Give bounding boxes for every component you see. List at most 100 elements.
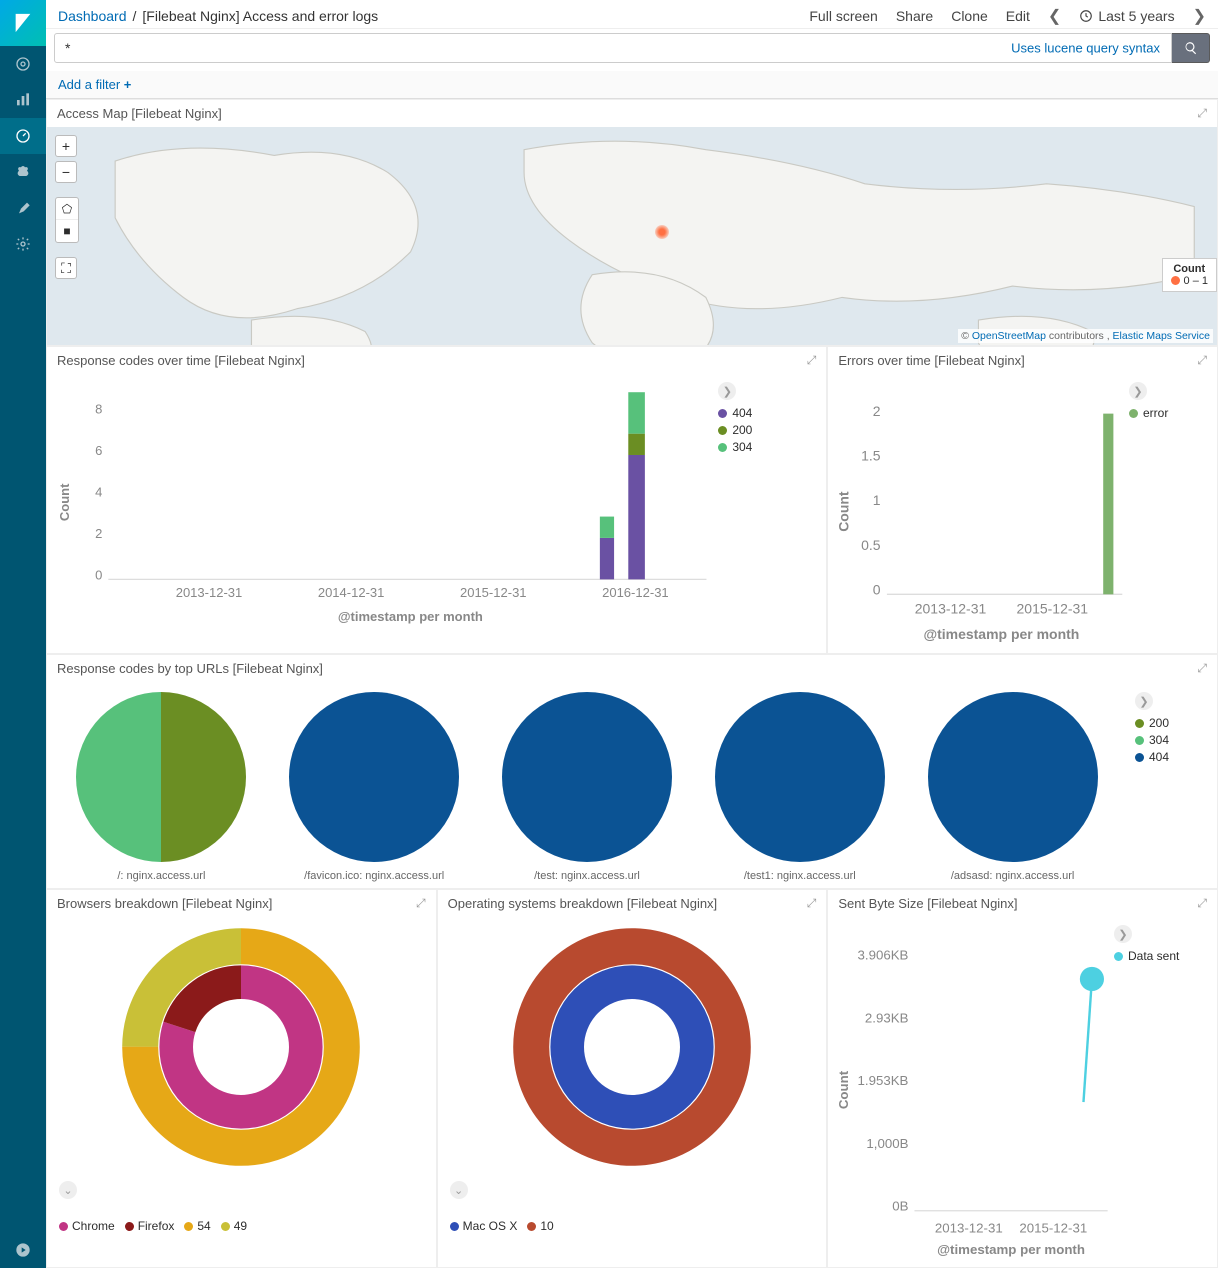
legend-item[interactable]: 54 bbox=[184, 1219, 210, 1233]
edit-button[interactable]: Edit bbox=[1006, 8, 1030, 24]
os-donut[interactable] bbox=[512, 927, 752, 1167]
search-icon bbox=[1184, 41, 1198, 55]
svg-text:1: 1 bbox=[873, 492, 881, 508]
legend-item[interactable]: 304 bbox=[1135, 733, 1209, 747]
panel-response-codes: Response codes over time [Filebeat Nginx… bbox=[46, 346, 827, 654]
expand-icon[interactable]: ⤢ bbox=[1197, 106, 1207, 121]
svg-text:1.953KB: 1.953KB bbox=[858, 1073, 909, 1088]
map-draw-rect[interactable]: ■ bbox=[56, 220, 78, 242]
svg-text:1,000B: 1,000B bbox=[867, 1136, 909, 1151]
time-picker[interactable]: Last 5 years bbox=[1079, 8, 1174, 24]
map-zoom-in[interactable]: + bbox=[55, 135, 77, 157]
legend-item[interactable]: error bbox=[1129, 406, 1209, 420]
search-button[interactable] bbox=[1172, 33, 1210, 63]
add-filter-button[interactable]: Add a filter + bbox=[58, 77, 131, 92]
errors-chart[interactable]: Count 00.511.52 2013-12-312015-12-31 @ti… bbox=[836, 378, 1129, 645]
legend-item[interactable]: 49 bbox=[221, 1219, 247, 1233]
clone-button[interactable]: Clone bbox=[951, 8, 988, 24]
map-draw-polygon[interactable]: ⬠ bbox=[56, 198, 78, 220]
svg-text:0: 0 bbox=[873, 581, 881, 597]
legend-item[interactable]: 10 bbox=[527, 1219, 553, 1233]
panel-title: Response codes over time [Filebeat Nginx… bbox=[57, 353, 305, 368]
svg-text:2015-12-31: 2015-12-31 bbox=[460, 585, 527, 600]
panel-title: Operating systems breakdown [Filebeat Ng… bbox=[448, 896, 718, 911]
panel-response-by-url: Response codes by top URLs [Filebeat Ngi… bbox=[46, 654, 1218, 889]
legend-item[interactable]: Chrome bbox=[59, 1219, 115, 1233]
ems-link[interactable]: Elastic Maps Service bbox=[1113, 330, 1210, 342]
search-hint[interactable]: Uses lucene query syntax bbox=[1011, 41, 1160, 56]
time-next-icon[interactable]: ❯ bbox=[1193, 6, 1206, 26]
pie-chart[interactable] bbox=[502, 692, 672, 862]
svg-text:0.5: 0.5 bbox=[861, 537, 881, 553]
legend-toggle-icon[interactable]: ❯ bbox=[1129, 382, 1147, 400]
search-input[interactable] bbox=[54, 33, 1172, 63]
legend-item[interactable]: Firefox bbox=[125, 1219, 175, 1233]
svg-text:@timestamp per month: @timestamp per month bbox=[924, 626, 1080, 642]
response-codes-chart[interactable]: Count 02468 2013-12-312014-12-312015-12-… bbox=[55, 378, 718, 627]
map-legend: Count 0 – 1 bbox=[1162, 258, 1217, 292]
kibana-logo[interactable] bbox=[0, 0, 46, 46]
bytes-chart[interactable]: Count 0B 1,000B 1.953KB 2.93KB 3.906KB 2… bbox=[836, 921, 1114, 1259]
svg-text:8: 8 bbox=[95, 402, 102, 417]
svg-text:@timestamp per month: @timestamp per month bbox=[338, 609, 483, 624]
svg-text:2015-12-31: 2015-12-31 bbox=[1020, 1221, 1088, 1236]
expand-icon[interactable]: ⤢ bbox=[1197, 896, 1207, 911]
legend-item[interactable]: 404 bbox=[1135, 750, 1209, 764]
legend-toggle-icon[interactable]: ⌄ bbox=[450, 1181, 468, 1199]
browsers-donut[interactable] bbox=[121, 927, 361, 1167]
pie-chart[interactable] bbox=[715, 692, 885, 862]
sidebar bbox=[0, 0, 46, 1268]
legend-item[interactable]: 200 bbox=[718, 423, 818, 437]
legend-toggle-icon[interactable]: ❯ bbox=[1135, 692, 1153, 710]
legend-item[interactable]: Data sent bbox=[1114, 949, 1209, 963]
expand-icon[interactable]: ⤢ bbox=[1197, 353, 1207, 368]
legend-toggle-icon[interactable]: ❯ bbox=[718, 382, 736, 400]
fullscreen-button[interactable]: Full screen bbox=[809, 8, 877, 24]
share-button[interactable]: Share bbox=[896, 8, 933, 24]
svg-text:@timestamp per month: @timestamp per month bbox=[937, 1242, 1085, 1257]
svg-text:2013-12-31: 2013-12-31 bbox=[176, 585, 243, 600]
breadcrumb-current: [Filebeat Nginx] Access and error logs bbox=[142, 8, 378, 24]
pie-chart[interactable] bbox=[928, 692, 1098, 862]
legend-item[interactable]: Mac OS X bbox=[450, 1219, 518, 1233]
svg-text:2015-12-31: 2015-12-31 bbox=[1017, 600, 1089, 616]
legend-toggle-icon[interactable]: ❯ bbox=[1114, 925, 1132, 943]
panel-errors: Errors over time [Filebeat Nginx] ⤢ Coun… bbox=[827, 346, 1218, 654]
nav-devtools-icon[interactable] bbox=[0, 190, 46, 226]
panel-title: Browsers breakdown [Filebeat Nginx] bbox=[57, 896, 272, 911]
nav-visualize-icon[interactable] bbox=[0, 82, 46, 118]
legend-item[interactable]: 200 bbox=[1135, 716, 1209, 730]
expand-icon[interactable]: ⤢ bbox=[1197, 661, 1207, 676]
expand-icon[interactable]: ⤢ bbox=[807, 896, 817, 911]
map-fit-bounds[interactable]: ⛶ bbox=[55, 257, 77, 279]
panel-access-map: Access Map [Filebeat Nginx] ⤢ bbox=[46, 99, 1218, 346]
nav-discover-icon[interactable] bbox=[0, 46, 46, 82]
nav-collapse-icon[interactable] bbox=[0, 1232, 46, 1268]
expand-icon[interactable]: ⤢ bbox=[807, 353, 817, 368]
legend-item[interactable]: 404 bbox=[718, 406, 818, 420]
legend-toggle-icon[interactable]: ⌄ bbox=[59, 1181, 77, 1199]
pie-chart[interactable] bbox=[76, 692, 246, 862]
legend-item[interactable]: 304 bbox=[718, 440, 818, 454]
svg-text:2016-12-31: 2016-12-31 bbox=[602, 585, 669, 600]
nav-timelion-icon[interactable] bbox=[0, 154, 46, 190]
panel-title: Errors over time [Filebeat Nginx] bbox=[838, 353, 1024, 368]
osm-link[interactable]: OpenStreetMap bbox=[972, 330, 1046, 342]
breadcrumb-root[interactable]: Dashboard bbox=[58, 8, 127, 24]
nav-dashboard-icon[interactable] bbox=[0, 118, 46, 154]
breadcrumb: Dashboard / [Filebeat Nginx] Access and … bbox=[58, 8, 378, 24]
pie-label: /adsasd: nginx.access.url bbox=[951, 870, 1075, 882]
pie-label: /test: nginx.access.url bbox=[534, 870, 640, 882]
time-prev-icon[interactable]: ❮ bbox=[1048, 6, 1061, 26]
panel-bytes: Sent Byte Size [Filebeat Nginx] ⤢ Count … bbox=[827, 889, 1218, 1268]
svg-text:0B: 0B bbox=[893, 1199, 909, 1214]
nav-management-icon[interactable] bbox=[0, 226, 46, 262]
svg-text:0: 0 bbox=[95, 567, 102, 582]
expand-icon[interactable]: ⤢ bbox=[416, 896, 426, 911]
map-zoom-out[interactable]: − bbox=[55, 161, 77, 183]
pie-chart[interactable] bbox=[289, 692, 459, 862]
svg-text:2013-12-31: 2013-12-31 bbox=[935, 1221, 1003, 1236]
pie-label: /favicon.ico: nginx.access.url bbox=[304, 870, 444, 882]
map-area[interactable]: + − ⬠ ■ ⛶ Count 0 – 1 bbox=[47, 127, 1217, 345]
panel-browsers: Browsers breakdown [Filebeat Nginx] ⤢ ⌄ bbox=[46, 889, 437, 1268]
